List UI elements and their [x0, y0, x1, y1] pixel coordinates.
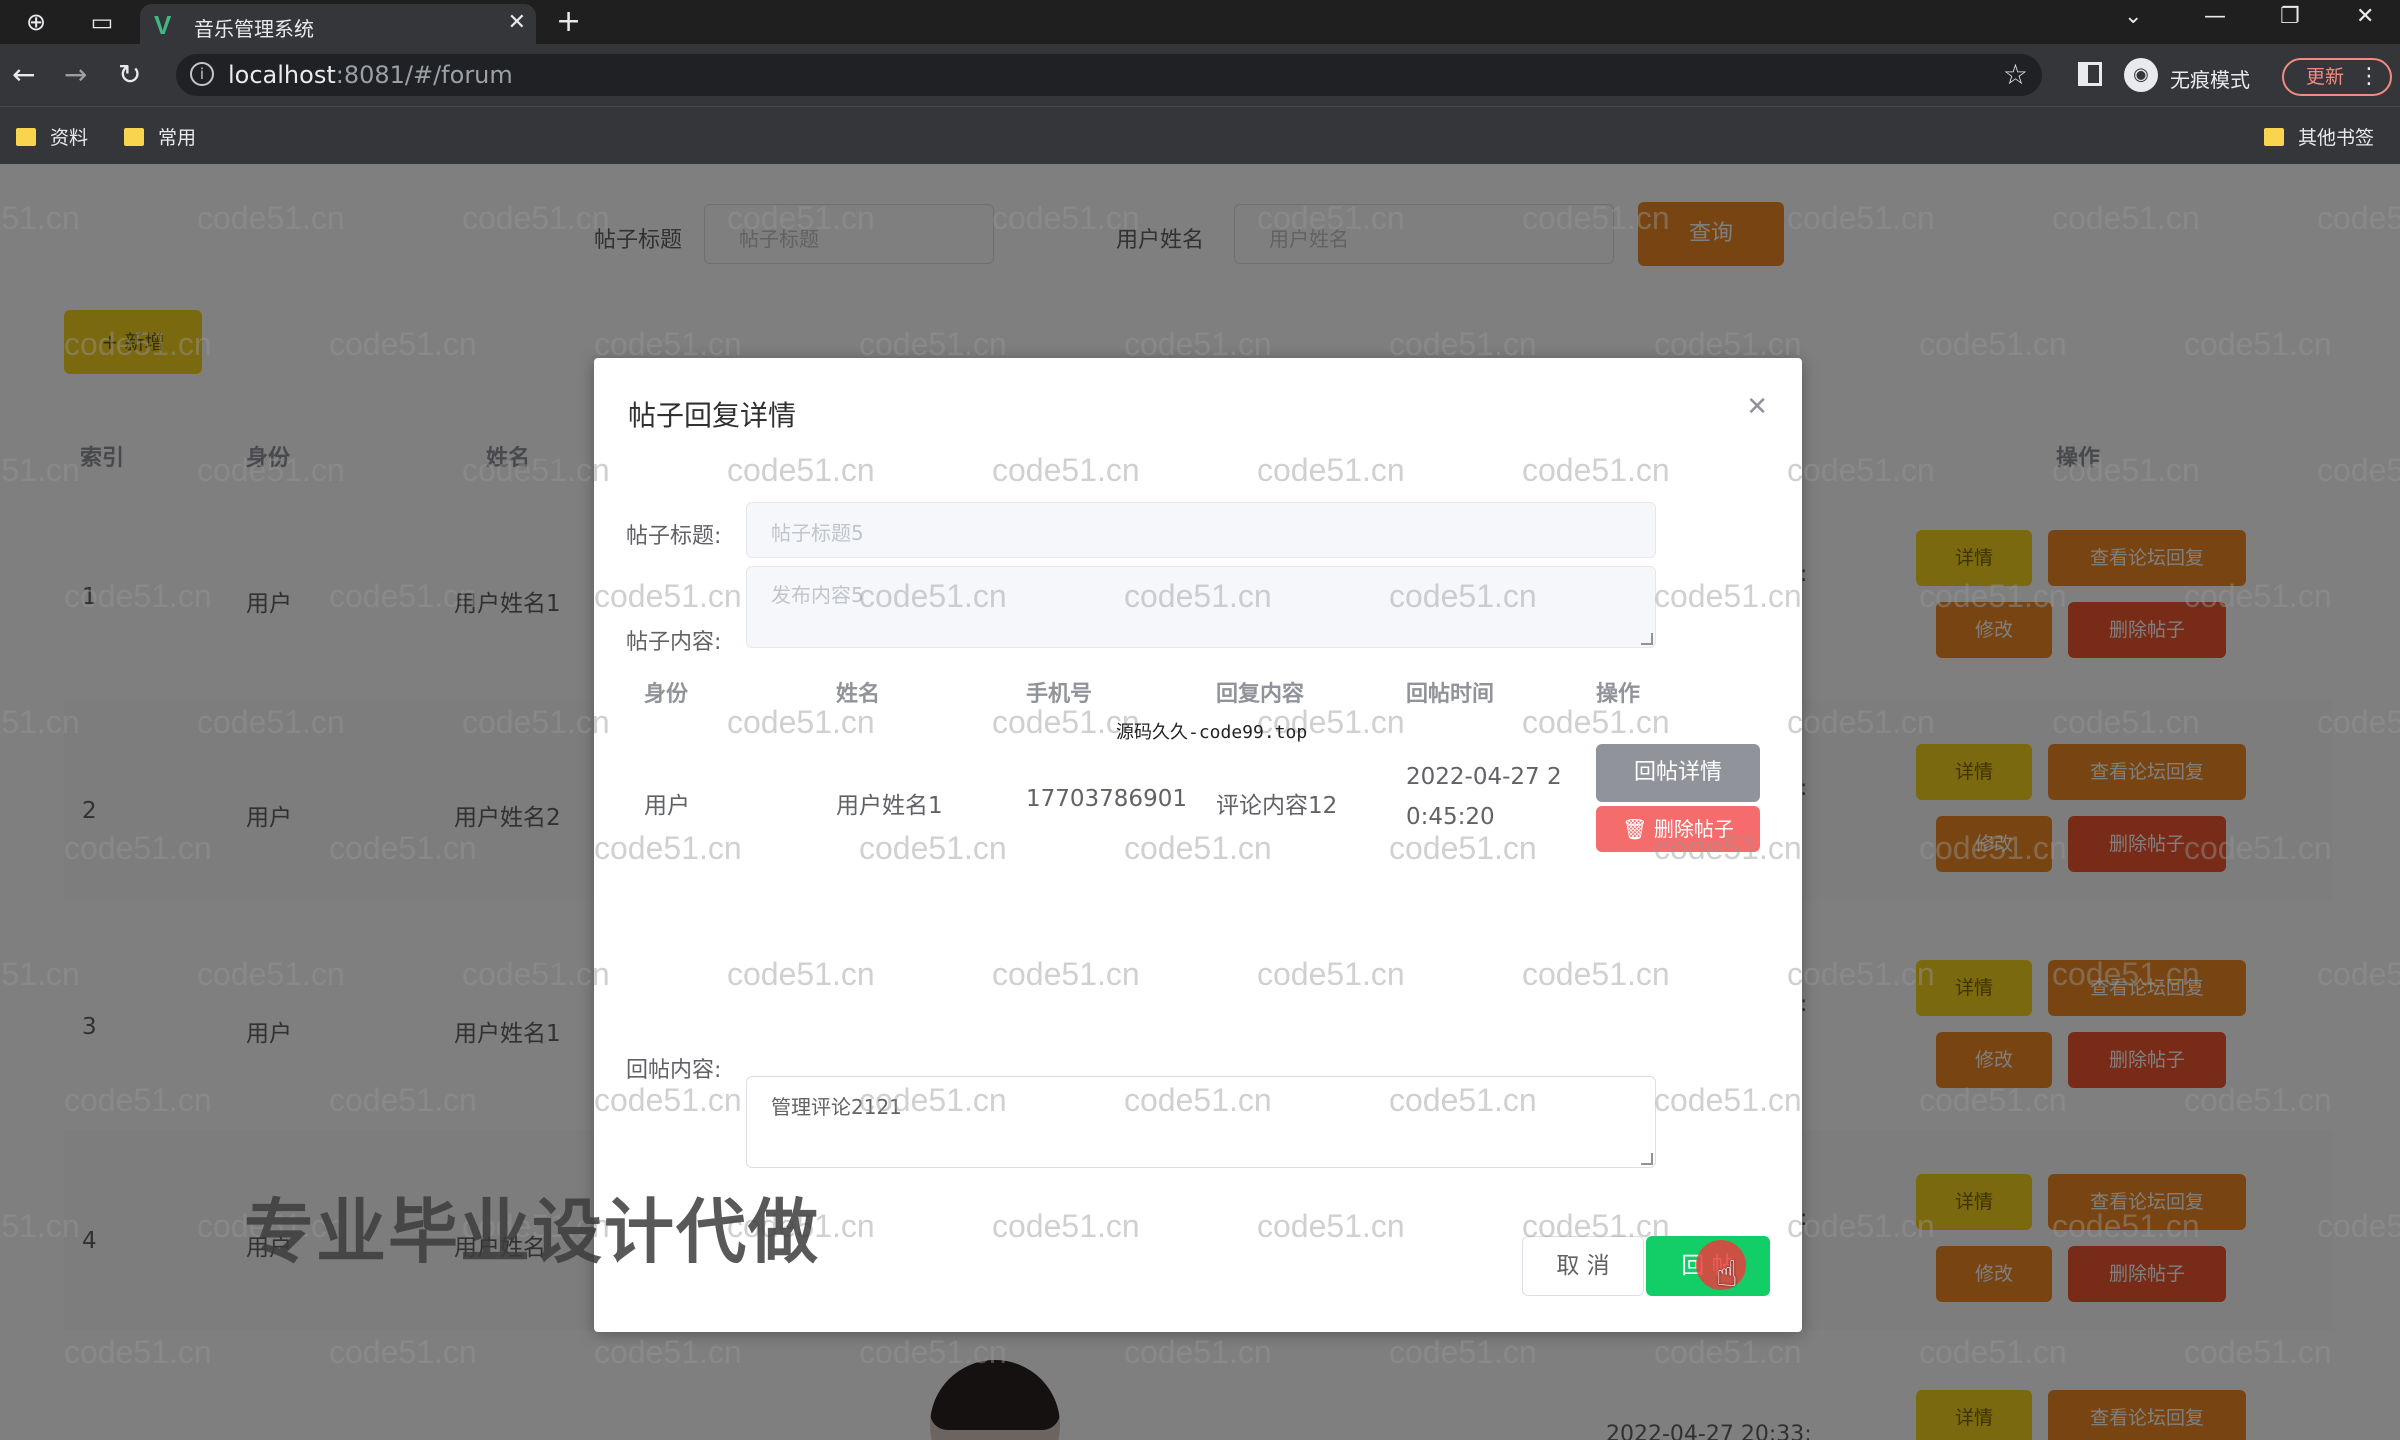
reply-detail-button[interactable]: 回帖详情	[1596, 744, 1760, 802]
browser-menu-icon[interactable]: ⊕	[18, 6, 54, 38]
side-panel-icon[interactable]	[2078, 62, 2102, 86]
reply-col-phone: 手机号	[1026, 682, 1093, 707]
reply-time-line-1: 2022-04-27 2	[1406, 764, 1562, 790]
reply-role: 用户	[644, 793, 690, 819]
vue-icon: V	[154, 10, 172, 40]
post-content-label: 帖子内容:	[626, 630, 722, 655]
reply-col-actions: 操作	[1596, 682, 1641, 707]
trash-icon: 🗑	[1622, 817, 1654, 841]
tab-title: 音乐管理系统	[194, 17, 314, 41]
reply-col-name: 姓名	[836, 682, 881, 707]
reply-input-label: 回帖内容:	[626, 1058, 722, 1083]
site-info-icon[interactable]: i	[190, 62, 214, 86]
tab-search-icon[interactable]: ▭	[84, 6, 120, 38]
forward-icon[interactable]: →	[64, 58, 87, 91]
incognito-icon: ◉	[2124, 58, 2158, 92]
reply-content: 评论内容12	[1216, 793, 1338, 819]
bookmark-folder-2[interactable]: 常用	[124, 123, 196, 150]
post-content-field: 发布内容5	[746, 566, 1656, 648]
restore-icon[interactable]: ❐	[2280, 4, 2300, 29]
cancel-button[interactable]: 取 消	[1522, 1236, 1644, 1296]
hand-cursor-icon: ☝	[1716, 1254, 1738, 1295]
dialog-close-icon[interactable]: ✕	[1746, 392, 1768, 422]
reply-col-content: 回复内容	[1216, 682, 1305, 707]
other-bookmarks[interactable]: 其他书签	[2264, 123, 2374, 150]
bookmarks-bar: 资料 常用 其他书签	[0, 106, 2400, 164]
promo-text: 专业毕业设计代做	[244, 1191, 820, 1273]
browser-toolbar: ← → ↻ i localhost:8081/#/forum ☆	[0, 44, 2400, 106]
address-bar[interactable]: i localhost:8081/#/forum ☆	[176, 54, 2042, 96]
back-icon[interactable]: ←	[12, 58, 35, 91]
update-button[interactable]: 更新 ⋮	[2282, 58, 2392, 96]
post-title-label: 帖子标题:	[626, 524, 722, 549]
new-tab-icon[interactable]: +	[556, 4, 581, 39]
bookmark-star-icon[interactable]: ☆	[2003, 58, 2028, 91]
folder-icon	[2264, 128, 2284, 146]
resize-handle-icon	[1641, 633, 1653, 645]
tab-list-icon[interactable]: ⌄	[2124, 4, 2142, 29]
folder-icon	[16, 128, 36, 146]
more-icon: ⋮	[2358, 64, 2380, 89]
reply-col-time: 回帖时间	[1406, 682, 1495, 707]
post-title-field: 帖子标题5	[746, 502, 1656, 558]
browser-tab[interactable]: V 音乐管理系统 ✕	[140, 4, 536, 44]
folder-icon	[124, 128, 144, 146]
browser-tab-bar: ⊕ ▭ V 音乐管理系统 ✕ + ⌄ — ❐ ✕	[0, 0, 2400, 44]
reply-phone: 17703786901	[1026, 786, 1187, 812]
incognito-label: 无痕模式	[2170, 68, 2250, 92]
bookmark-folder-1[interactable]: 资料	[16, 123, 88, 150]
reload-icon[interactable]: ↻	[118, 58, 141, 91]
window-close-icon[interactable]: ✕	[2356, 4, 2374, 29]
mid-watermark: 源码久久-code99.top	[1116, 722, 1308, 743]
reply-time-line-2: 0:45:20	[1406, 804, 1495, 830]
reply-name: 用户姓名1	[836, 793, 943, 819]
resize-handle-icon	[1641, 1153, 1653, 1165]
delete-reply-button[interactable]: 🗑 删除帖子	[1596, 806, 1760, 852]
dialog-title: 帖子回复详情	[628, 399, 797, 432]
minimize-icon[interactable]: —	[2204, 4, 2226, 29]
reply-textarea[interactable]: 管理评论2121	[746, 1076, 1656, 1168]
url-text: localhost:8081/#/forum	[228, 61, 513, 89]
reply-col-role: 身份	[644, 682, 689, 707]
tab-close-icon[interactable]: ✕	[508, 10, 526, 35]
